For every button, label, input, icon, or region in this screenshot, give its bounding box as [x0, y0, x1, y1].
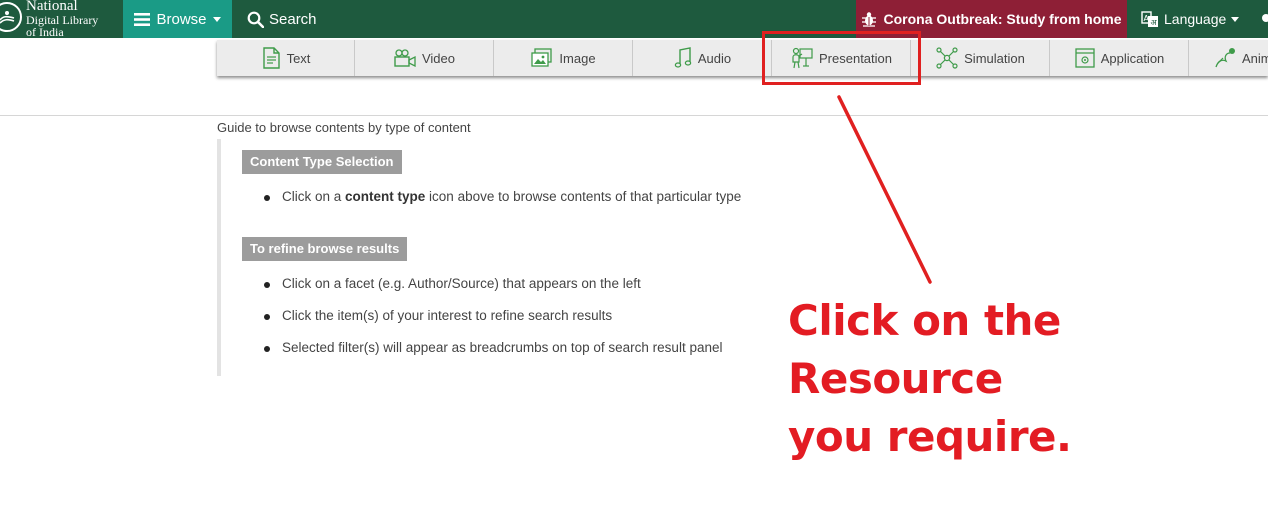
content-type-label: Anim — [1242, 50, 1268, 66]
content-type-audio[interactable]: Audio — [634, 40, 772, 76]
content-type-label: Video — [421, 50, 455, 66]
logo-line-1: National — [26, 0, 78, 14]
content-type-text[interactable]: Text — [217, 40, 355, 76]
bullet-dot — [264, 282, 270, 288]
image-icon — [531, 48, 553, 67]
bullet-text: Click the item(s) of your interest to re… — [282, 308, 613, 323]
svg-text:अ: अ — [1151, 18, 1158, 27]
content-type-application[interactable]: Application — [1051, 40, 1189, 76]
content-type-image[interactable]: Image — [495, 40, 633, 76]
content-type-label: Application — [1100, 50, 1165, 66]
caret-down-icon — [1231, 16, 1240, 22]
content-type-label: Simulation — [964, 50, 1025, 66]
language-selector[interactable]: A अ Language — [1141, 0, 1240, 38]
caret-down-icon — [212, 16, 221, 22]
bullet-dot — [264, 346, 270, 352]
bullet-text: icon above to browse contents of that pa… — [425, 189, 742, 204]
bug-icon — [862, 12, 877, 27]
search-button[interactable]: Search — [247, 0, 317, 38]
language-icon: A अ — [1141, 10, 1158, 27]
list-item: Selected filter(s) will appear as breadc… — [264, 340, 723, 355]
bullet-dot — [264, 314, 270, 320]
network-icon — [936, 47, 958, 69]
guide-panel: Content Type Selection Click on a conten… — [217, 139, 757, 376]
bullet-text: Click on a facet (e.g. Author/Source) th… — [282, 276, 641, 291]
content-type-video[interactable]: Video — [356, 40, 494, 76]
corona-outbreak-link[interactable]: Corona Outbreak: Study from home — [856, 0, 1127, 38]
bullet-text: Selected filter(s) will appear as breadc… — [282, 340, 723, 355]
divider — [0, 115, 1268, 116]
content-type-bar: Text Video Image Audio Presentation Simu… — [217, 40, 1268, 76]
video-camera-icon — [394, 49, 416, 67]
search-icon — [247, 11, 264, 28]
ndli-emblem-icon — [0, 2, 22, 32]
more-menu-icon[interactable] — [1262, 14, 1268, 22]
application-icon — [1075, 48, 1095, 68]
annotation-line-2: you require. — [788, 412, 1072, 461]
presentation-icon — [792, 47, 813, 69]
top-navigation-bar: National Digital Library of India Browse… — [0, 0, 1268, 38]
section-heading-refine: To refine browse results — [242, 237, 408, 261]
content-type-label: Image — [559, 50, 596, 66]
music-note-icon — [674, 47, 692, 68]
content-type-label: Text — [286, 50, 311, 66]
annotation-text: Click on the Resource you require. — [788, 292, 1258, 466]
search-label: Search — [269, 10, 317, 28]
content-type-label: Audio — [697, 50, 732, 66]
logo-line-3: of India — [26, 25, 64, 39]
browse-button[interactable]: Browse — [123, 0, 232, 38]
content-type-presentation[interactable]: Presentation — [773, 40, 911, 76]
animation-icon — [1215, 48, 1235, 68]
corona-outbreak-label: Corona Outbreak: Study from home — [883, 11, 1122, 27]
bullet-text: Click on a — [282, 189, 346, 204]
svg-text:A: A — [1144, 14, 1150, 23]
ndli-logo[interactable]: National Digital Library of India — [0, 0, 122, 38]
section-heading-content-type: Content Type Selection — [242, 150, 402, 174]
content-type-label: Presentation — [819, 50, 892, 66]
bullet-dot — [264, 195, 270, 201]
guide-title: Guide to browse contents by type of cont… — [217, 120, 471, 135]
document-icon — [262, 47, 280, 69]
list-item: Click the item(s) of your interest to re… — [264, 308, 613, 323]
content-type-simulation[interactable]: Simulation — [912, 40, 1050, 76]
logo-text: National Digital Library of India — [26, 0, 98, 38]
language-label: Language — [1164, 11, 1227, 27]
browse-label: Browse — [156, 10, 207, 28]
hamburger-menu-icon — [134, 12, 151, 26]
list-item: Click on a content type icon above to br… — [264, 189, 742, 204]
content-type-animation[interactable]: Anim — [1190, 40, 1268, 76]
bullet-bold-text: content type — [345, 189, 426, 204]
annotation-line-1: Click on the Resource — [788, 296, 1061, 403]
list-item: Click on a facet (e.g. Author/Source) th… — [264, 276, 641, 291]
